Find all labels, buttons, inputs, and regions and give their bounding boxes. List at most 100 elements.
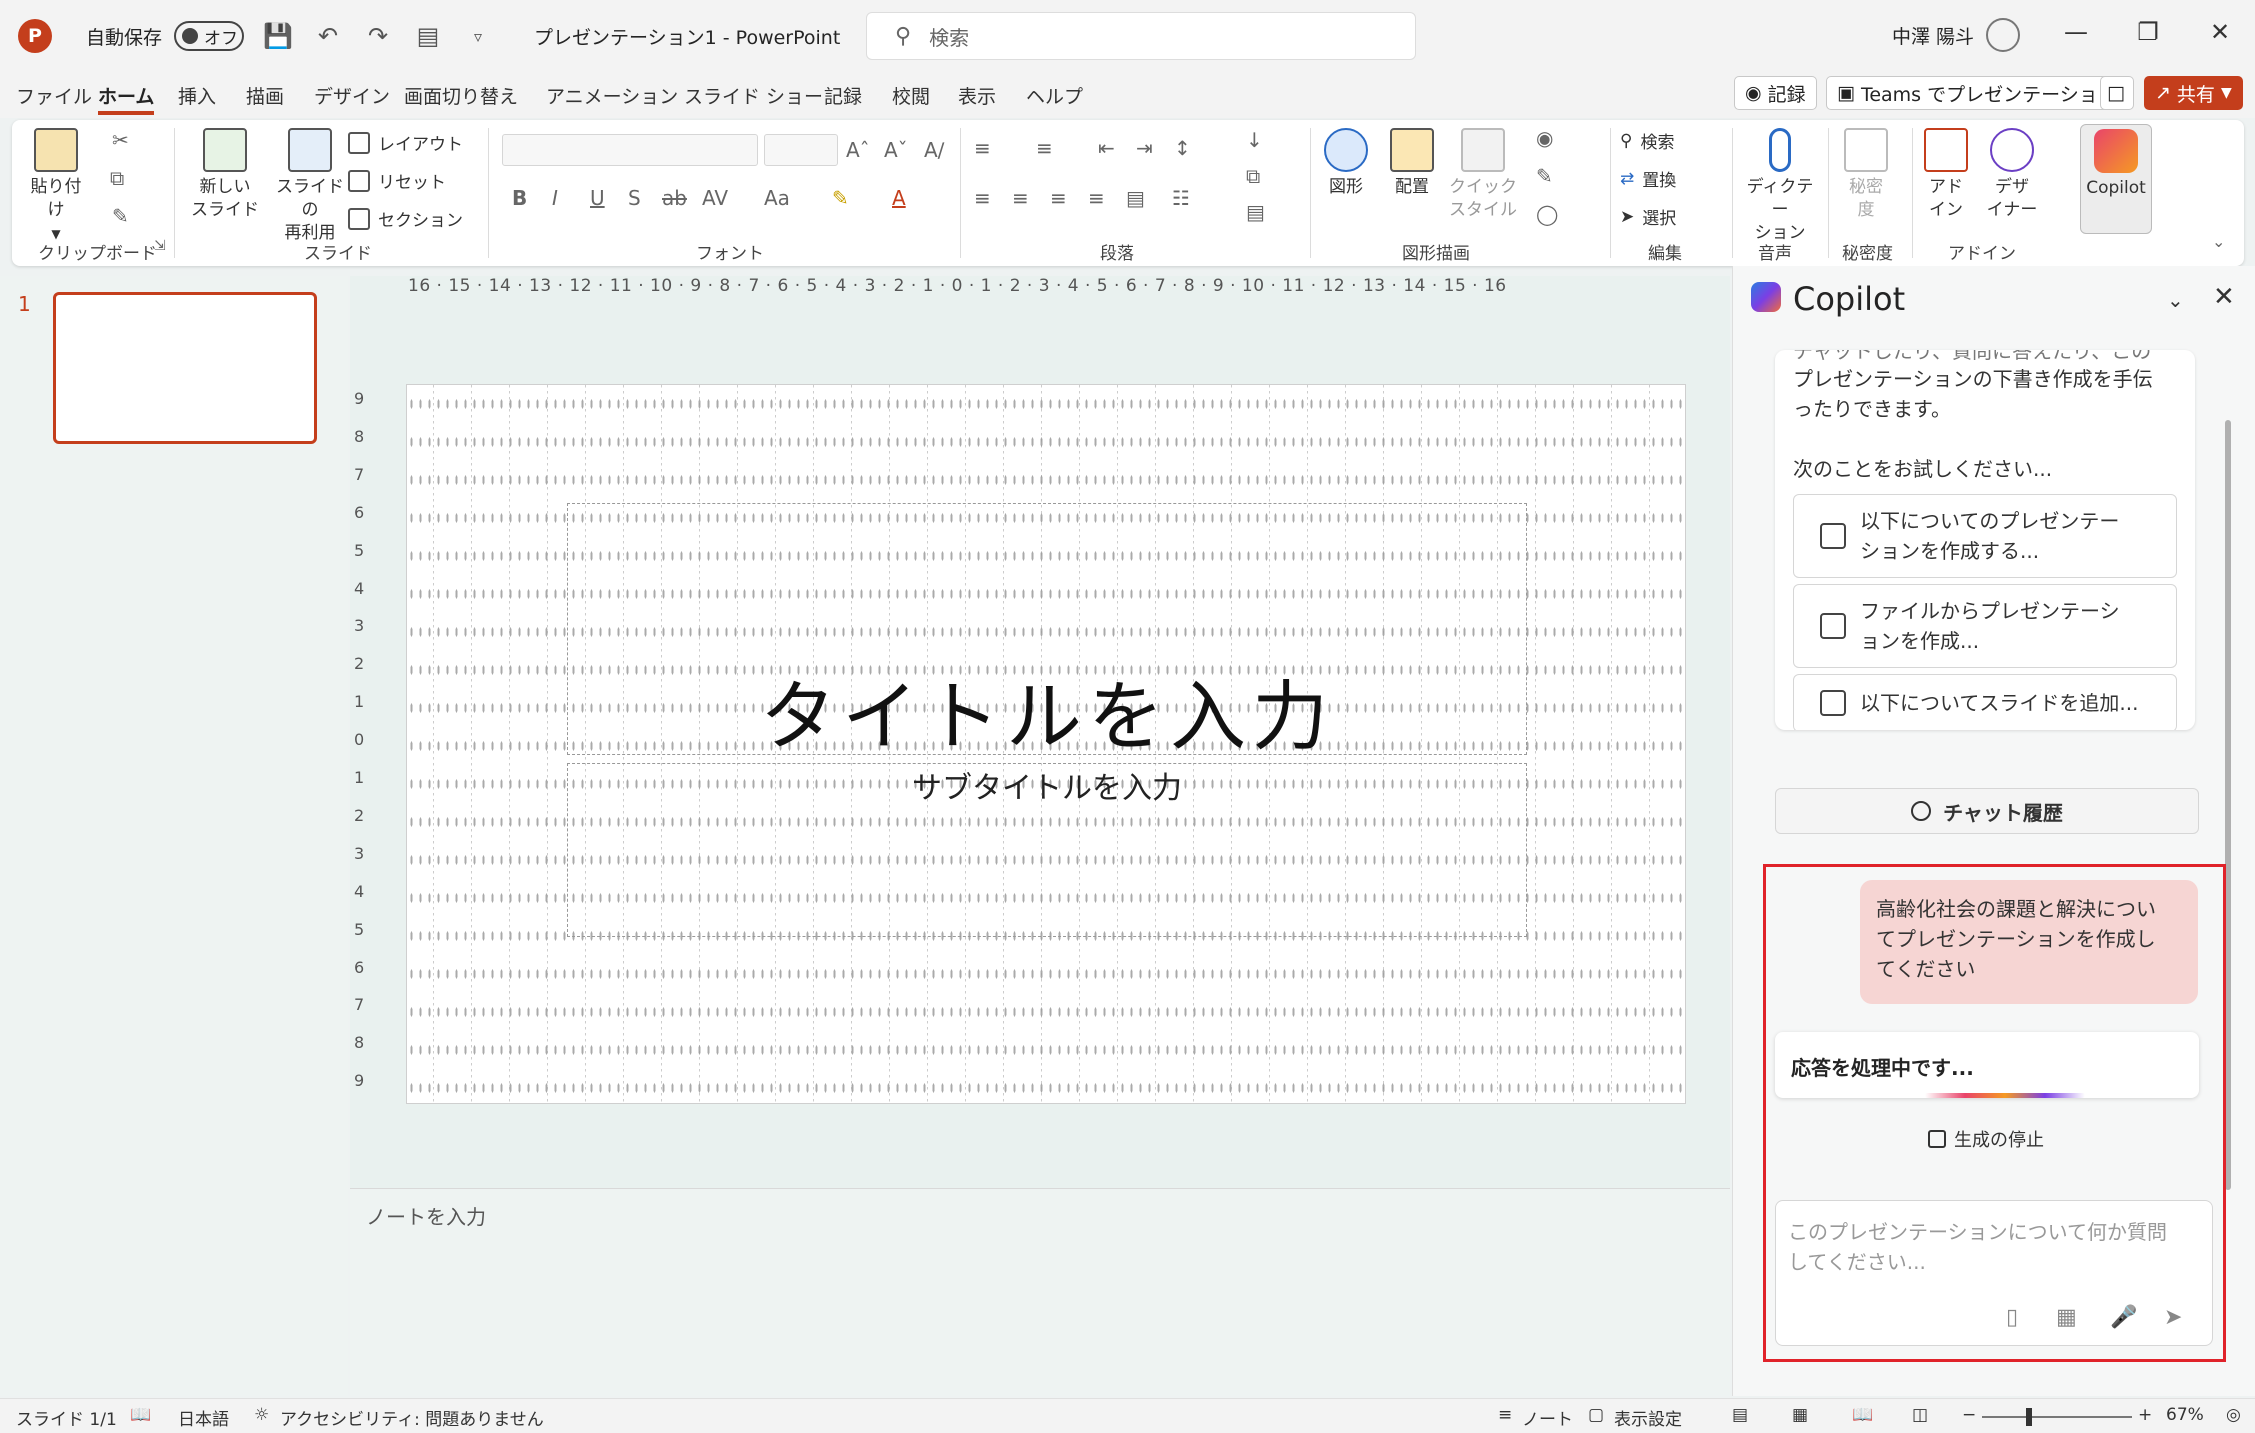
text-direction-icon[interactable]: ↓: [1246, 128, 1263, 152]
bold-icon[interactable]: B: [512, 186, 527, 210]
user-name[interactable]: 中澤 陽斗: [1892, 22, 1974, 49]
align-text-icon[interactable]: ⧉: [1246, 164, 1260, 188]
minimize-icon[interactable]: —: [2056, 18, 2096, 46]
zoom-in-button[interactable]: +: [2138, 1405, 2152, 1425]
tab-review[interactable]: 校閲: [892, 82, 930, 109]
prompt-guide-icon[interactable]: ▯: [2006, 1305, 2018, 1330]
sensitivity-button[interactable]: 秘密度: [1838, 128, 1894, 222]
save-icon[interactable]: 💾: [262, 20, 294, 52]
tab-transitions[interactable]: 画面切り替え: [404, 82, 518, 109]
reuse-slides-button[interactable]: スライドの 再利用: [268, 128, 352, 245]
dictate-button[interactable]: ディクテー ション: [1740, 128, 1820, 245]
fit-to-window-icon[interactable]: ◎: [2226, 1405, 2241, 1425]
suggestion-add-slide[interactable]: 以下についてスライドを追加...: [1793, 674, 2177, 730]
comments-button[interactable]: □: [2100, 76, 2134, 110]
teams-present-button[interactable]: ▣ Teams でプレゼンテーション: [1826, 76, 2128, 110]
display-settings[interactable]: 表示設定: [1614, 1405, 1682, 1430]
addins-button[interactable]: アド イン: [1918, 128, 1974, 222]
reset-button[interactable]: リセット: [348, 168, 446, 193]
font-size-select[interactable]: [764, 134, 838, 166]
close-icon[interactable]: ✕: [2200, 18, 2240, 46]
slide-subtitle-placeholder[interactable]: サブタイトルを入力: [407, 763, 1687, 807]
tab-help[interactable]: ヘルプ: [1026, 82, 1083, 109]
font-color-icon[interactable]: A: [892, 186, 906, 210]
columns-icon[interactable]: ☷: [1172, 186, 1190, 210]
customize-icon[interactable]: ▿: [462, 20, 494, 52]
suggestion-from-file[interactable]: ファイルからプレゼンテーシ ョンを作成...: [1793, 584, 2177, 668]
record-button[interactable]: ◉ 記録: [1734, 76, 1817, 110]
slide-canvas[interactable]: タイトルを入力 サブタイトルを入力: [406, 384, 1687, 1105]
chevron-down-icon[interactable]: ⌄: [2212, 232, 2225, 251]
paste-button[interactable]: 貼り付け ▼: [24, 128, 88, 246]
numbering-icon[interactable]: ≡: [1036, 136, 1053, 160]
slide-sorter-icon[interactable]: ▦: [1792, 1405, 1808, 1425]
undo-icon[interactable]: ↶: [312, 20, 344, 52]
quick-styles-button[interactable]: クイック スタイル: [1448, 128, 1518, 222]
present-icon[interactable]: ▤: [412, 20, 444, 52]
tab-insert[interactable]: 挿入: [178, 82, 216, 109]
align-center-icon[interactable]: ≡: [1012, 186, 1029, 210]
spellcheck-icon[interactable]: 📖: [130, 1405, 151, 1425]
copy-icon[interactable]: ⧉: [110, 166, 124, 190]
chevron-down-icon[interactable]: ⌄: [2167, 288, 2184, 312]
align-right-icon[interactable]: ≡: [1050, 186, 1067, 210]
tab-animations[interactable]: アニメーション: [546, 82, 678, 109]
tab-design[interactable]: デザイン: [314, 82, 390, 109]
change-case-icon[interactable]: Aa: [764, 186, 790, 210]
arrange-button[interactable]: 配置: [1382, 128, 1442, 199]
autosave-toggle[interactable]: オフ: [174, 21, 245, 51]
chat-history-button[interactable]: チャット履歴: [1775, 788, 2199, 834]
decrease-font-icon[interactable]: Aˇ: [884, 138, 908, 162]
bullets-icon[interactable]: ≡: [974, 136, 991, 160]
shadow-icon[interactable]: S: [628, 186, 641, 210]
justify-icon[interactable]: ≡: [1088, 186, 1105, 210]
distributed-icon[interactable]: ▤: [1126, 186, 1145, 210]
increase-font-icon[interactable]: Aˆ: [846, 138, 870, 162]
avatar[interactable]: [1986, 18, 2020, 52]
layout-button[interactable]: レイアウト: [348, 130, 463, 155]
attach-icon[interactable]: ▦: [2056, 1305, 2077, 1330]
notes-pane[interactable]: ノートを入力: [350, 1188, 1730, 1396]
accessibility-status[interactable]: アクセシビリティ: 問題ありません: [280, 1405, 544, 1430]
section-button[interactable]: セクション: [348, 206, 463, 231]
copilot-button[interactable]: Copilot: [2080, 124, 2152, 234]
close-icon[interactable]: ✕: [2213, 282, 2235, 312]
normal-view-icon[interactable]: ▤: [1732, 1405, 1748, 1425]
select-button[interactable]: ➤ 選択: [1620, 204, 1676, 230]
reading-view-icon[interactable]: 📖: [1852, 1405, 1873, 1425]
char-spacing-icon[interactable]: AV: [702, 186, 728, 210]
new-slide-button[interactable]: 新しい スライド: [188, 128, 262, 222]
tab-view[interactable]: 表示: [958, 82, 996, 109]
zoom-level[interactable]: 67%: [2166, 1405, 2204, 1425]
stop-generating-button[interactable]: 生成の停止: [1928, 1126, 2044, 1152]
line-spacing-icon[interactable]: ↕: [1174, 136, 1191, 160]
zoom-slider-thumb[interactable]: [2026, 1408, 2032, 1426]
designer-button[interactable]: デザ イナー: [1982, 128, 2042, 222]
dialog-launcher-icon[interactable]: ⇲: [154, 238, 166, 254]
suggestion-create-presentation[interactable]: 以下についてのプレゼンテー ションを作成する...: [1793, 494, 2177, 578]
font-family-select[interactable]: [502, 134, 758, 166]
underline-icon[interactable]: U: [590, 186, 605, 210]
clear-format-icon[interactable]: A∕: [924, 138, 944, 162]
shape-outline-icon[interactable]: ✎: [1536, 164, 1553, 188]
italic-icon[interactable]: I: [552, 186, 558, 210]
smartart-icon[interactable]: ▤: [1246, 200, 1265, 224]
highlight-icon[interactable]: ✎: [832, 186, 849, 210]
send-icon[interactable]: ➤: [2164, 1305, 2182, 1330]
tab-file[interactable]: ファイル: [16, 82, 92, 109]
zoom-slider[interactable]: [1982, 1416, 2132, 1418]
slideshow-icon[interactable]: ◫: [1912, 1405, 1928, 1425]
find-button[interactable]: ⚲ 検索: [1620, 128, 1674, 154]
tab-home[interactable]: ホーム: [98, 82, 155, 115]
replace-button[interactable]: ⇄ 置換: [1620, 166, 1676, 192]
microphone-icon[interactable]: 🎤: [2110, 1305, 2137, 1330]
slide-thumbnail[interactable]: [53, 292, 317, 444]
format-painter-icon[interactable]: ✎: [112, 204, 129, 228]
tab-slideshow[interactable]: スライド ショー: [684, 82, 823, 109]
align-left-icon[interactable]: ≡: [974, 186, 991, 210]
increase-indent-icon[interactable]: ⇥: [1136, 136, 1153, 160]
restore-icon[interactable]: ❐: [2128, 18, 2168, 46]
redo-icon[interactable]: ↷: [362, 20, 394, 52]
notes-toggle[interactable]: ノート: [1522, 1405, 1573, 1430]
shape-fill-icon[interactable]: ◉: [1536, 126, 1553, 150]
